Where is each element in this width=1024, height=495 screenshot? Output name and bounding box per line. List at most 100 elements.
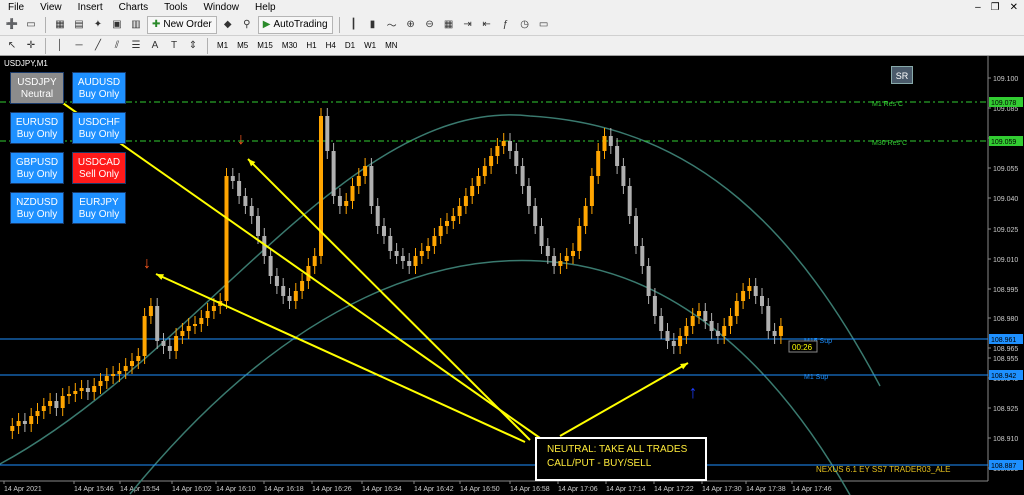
trendline-icon[interactable]: ╱ xyxy=(90,38,106,54)
pair-button-nzdusd[interactable]: NZDUSD Buy Only xyxy=(10,192,64,224)
candle-body xyxy=(432,236,437,246)
level-price-label-m5-sup: 108.961 xyxy=(991,337,1016,344)
timeframe-d1[interactable]: D1 xyxy=(342,39,358,53)
autotrading-label: AutoTrading xyxy=(273,19,328,30)
arrows-icon[interactable]: ⇕ xyxy=(185,38,201,54)
autotrading-button[interactable]: ▶ AutoTrading xyxy=(257,15,333,34)
search-icon[interactable]: ⚲ xyxy=(239,17,255,33)
candle-body xyxy=(564,256,569,261)
pair-button-audusd[interactable]: AUDUSD Buy Only xyxy=(72,72,126,104)
pair-button-usdchf[interactable]: USDCHF Buy Only xyxy=(72,112,126,144)
zoom-in-icon[interactable]: ⊕ xyxy=(403,17,419,33)
close-icon[interactable]: ✕ xyxy=(1010,2,1018,13)
timeframe-mn[interactable]: MN xyxy=(382,39,400,53)
annotation-arrow-line xyxy=(155,273,526,443)
restore-icon[interactable]: ❐ xyxy=(991,2,1000,13)
pair-button-usdcad[interactable]: USDCAD Sell Only xyxy=(72,152,126,184)
chart-window[interactable]: 109.100109.085109.070109.055109.040109.0… xyxy=(0,56,1024,495)
horizontal-line-icon[interactable]: ─ xyxy=(71,38,87,54)
candle-body xyxy=(690,316,695,326)
equidistant-channel-icon[interactable]: ⫽ xyxy=(109,38,125,54)
menu-view[interactable]: View xyxy=(32,2,70,13)
candle-body xyxy=(596,151,601,176)
candle-body xyxy=(136,356,141,361)
new-chart-icon[interactable]: ➕ xyxy=(4,17,20,33)
zoom-out-icon[interactable]: ⊖ xyxy=(422,17,438,33)
level-name-m1-sup: M1 Sup xyxy=(804,374,828,381)
data-window-icon[interactable]: ▤ xyxy=(71,17,87,33)
minimize-icon[interactable]: – xyxy=(975,2,981,13)
pair-symbol: USDJPY xyxy=(17,77,57,88)
timeframe-w1[interactable]: W1 xyxy=(361,39,379,53)
profiles-icon[interactable]: ▭ xyxy=(23,17,39,33)
vertical-line-icon[interactable]: │ xyxy=(52,38,68,54)
crosshair-icon[interactable]: ✛ xyxy=(23,38,39,54)
annotation-arrow-line xyxy=(49,93,541,439)
trade-note-line2: CALL/PUT - BUY/SELL xyxy=(547,458,652,469)
time-tick-label: 14 Apr 16:10 xyxy=(216,486,256,493)
timeframe-m15[interactable]: M15 xyxy=(254,39,276,53)
pair-symbol: USDCHF xyxy=(78,117,120,128)
candle-body xyxy=(766,306,771,331)
text-icon[interactable]: A xyxy=(147,38,163,54)
indicators-icon[interactable]: ƒ xyxy=(498,17,514,33)
candlestick-icon[interactable]: ▮ xyxy=(365,17,381,33)
terminal-icon[interactable]: ▣ xyxy=(109,17,125,33)
candle-body xyxy=(463,196,468,206)
line-chart-icon[interactable]: 〜 xyxy=(384,17,400,33)
level-price-label-m1-res: 109.078 xyxy=(991,100,1016,107)
label-icon[interactable]: T xyxy=(166,38,182,54)
menu-charts[interactable]: Charts xyxy=(111,2,156,13)
pair-symbol: USDCAD xyxy=(77,157,121,168)
candle-body xyxy=(426,246,431,251)
periods-icon[interactable]: ◷ xyxy=(517,17,533,33)
menu-tools[interactable]: Tools xyxy=(156,2,195,13)
candle-body xyxy=(35,411,40,416)
candle-body xyxy=(22,421,27,424)
market-watch-icon[interactable]: ▦ xyxy=(52,17,68,33)
candle-body xyxy=(287,296,292,301)
metaeditor-icon[interactable]: ◆ xyxy=(220,17,236,33)
timeframe-h4[interactable]: H4 xyxy=(323,39,339,53)
candle-body xyxy=(48,401,53,406)
timeframe-m1[interactable]: M1 xyxy=(214,39,231,53)
menu-window[interactable]: Window xyxy=(195,2,247,13)
candle-body xyxy=(382,226,386,236)
pair-button-eurusd[interactable]: EURUSD Buy Only xyxy=(10,112,64,144)
candle-body xyxy=(161,341,166,346)
navigator-icon[interactable]: ✦ xyxy=(90,17,106,33)
menu-insert[interactable]: Insert xyxy=(70,2,111,13)
candle-body xyxy=(268,256,273,276)
pair-symbol: GBPUSD xyxy=(15,157,59,168)
candle-body xyxy=(319,116,323,256)
timeframe-m5[interactable]: M5 xyxy=(234,39,251,53)
bar-chart-icon[interactable]: ┃ xyxy=(346,17,362,33)
menu-file[interactable]: File xyxy=(0,2,32,13)
candle-body xyxy=(400,256,405,261)
fibonacci-icon[interactable]: ☰ xyxy=(128,38,144,54)
templates-icon[interactable]: ▭ xyxy=(536,17,552,33)
pair-button-gbpusd[interactable]: GBPUSD Buy Only xyxy=(10,152,64,184)
candle-body xyxy=(438,226,443,236)
timeframe-h1[interactable]: H1 xyxy=(303,39,319,53)
menu-help[interactable]: Help xyxy=(247,2,284,13)
timeframe-m30[interactable]: M30 xyxy=(279,39,301,53)
buy-signal-icon: ↑ xyxy=(689,382,698,402)
tile-windows-icon[interactable]: ▦ xyxy=(441,17,457,33)
chart-shift-icon[interactable]: ⇤ xyxy=(479,17,495,33)
cursor-icon[interactable]: ↖ xyxy=(4,38,20,54)
candle-body xyxy=(671,341,676,346)
candle-body xyxy=(728,316,733,326)
price-tick-label: 109.085 xyxy=(993,106,1018,113)
candle-body xyxy=(237,181,242,196)
pair-status: Buy Only xyxy=(16,209,58,220)
pair-button-usdjpy[interactable]: USDJPY Neutral xyxy=(10,72,64,104)
autoscroll-icon[interactable]: ⇥ xyxy=(460,17,476,33)
pair-button-eurjpy[interactable]: EURJPY Buy Only xyxy=(72,192,126,224)
sr-toggle-button[interactable]: SR xyxy=(891,66,913,84)
candle-body xyxy=(646,266,651,296)
new-order-button[interactable]: ✚ New Order xyxy=(147,15,217,34)
tester-icon[interactable]: ▥ xyxy=(128,17,144,33)
price-chart[interactable]: 109.100109.085109.070109.055109.040109.0… xyxy=(0,56,1024,495)
candle-body xyxy=(709,321,714,331)
